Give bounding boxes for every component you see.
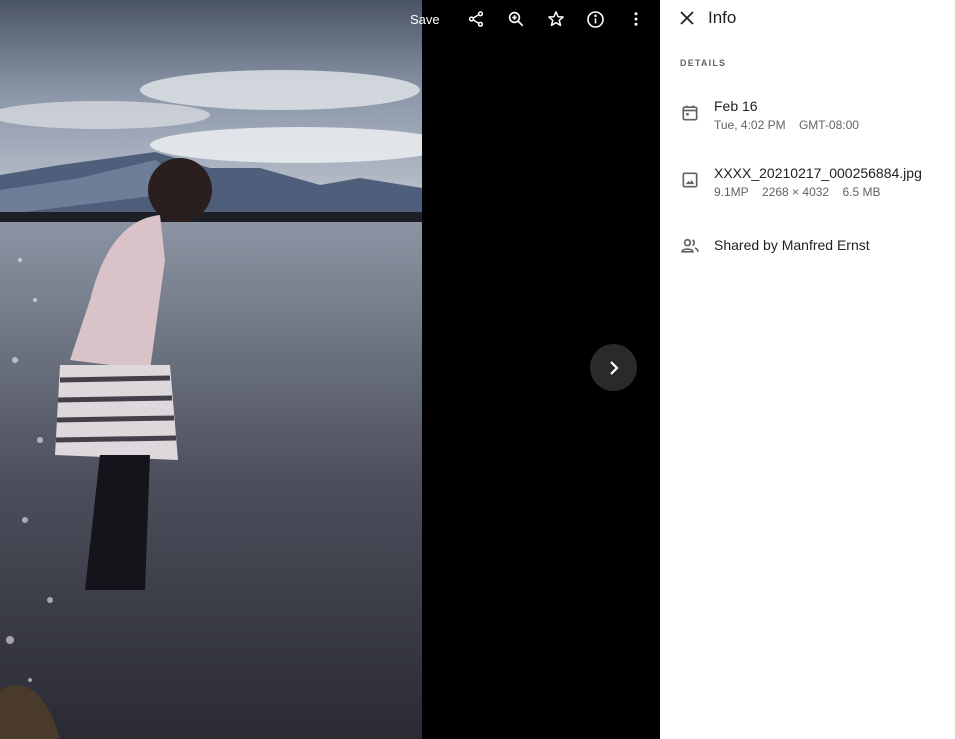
panel-title: Info: [708, 8, 737, 27]
star-icon[interactable]: [536, 0, 576, 38]
save-button[interactable]: Save: [410, 12, 440, 27]
date-row: Feb 16 Tue, 4:02 PM GMT-08:00: [680, 97, 869, 135]
zoom-in-icon[interactable]: [496, 0, 536, 38]
date-timezone: GMT-08:00: [798, 118, 859, 132]
file-row: XXXX_20210217_000256884.jpg 9.1MP 2268 ×…: [680, 164, 922, 202]
section-label-details: DETAILS: [680, 58, 727, 68]
shared-by-text: Shared by Manfred Ernst: [714, 237, 870, 253]
photo[interactable]: [0, 0, 422, 739]
calendar-icon: [680, 103, 700, 123]
image-icon: [680, 170, 700, 190]
info-panel-header: Info: [660, 0, 736, 36]
file-dimensions: 2268 × 4032: [762, 185, 830, 199]
photo-image: [0, 0, 422, 739]
info-icon[interactable]: [576, 0, 616, 38]
people-icon: [680, 236, 700, 256]
viewer-toolbar: Save: [390, 0, 656, 38]
file-name: XXXX_20210217_000256884.jpg: [714, 165, 922, 181]
next-photo-button[interactable]: [590, 344, 637, 391]
close-icon: [680, 11, 694, 25]
more-vert-icon[interactable]: [616, 0, 656, 38]
info-panel: Info DETAILS Feb 16 Tue, 4:02 PM GMT-08:…: [660, 0, 955, 739]
chevron-right-icon: [609, 360, 619, 375]
date-main: Feb 16: [714, 98, 758, 114]
date-day-time: Tue, 4:02 PM: [714, 118, 786, 132]
file-megapixels: 9.1MP: [714, 185, 749, 199]
photo-viewer: Save: [0, 0, 660, 739]
share-icon[interactable]: [456, 0, 496, 38]
close-button[interactable]: [678, 9, 696, 27]
file-meta: 9.1MP 2268 × 4032 6.5 MB: [714, 182, 922, 202]
file-size: 6.5 MB: [842, 185, 881, 199]
date-sub: Tue, 4:02 PM GMT-08:00: [714, 115, 869, 135]
shared-row: Shared by Manfred Ernst: [680, 234, 870, 256]
